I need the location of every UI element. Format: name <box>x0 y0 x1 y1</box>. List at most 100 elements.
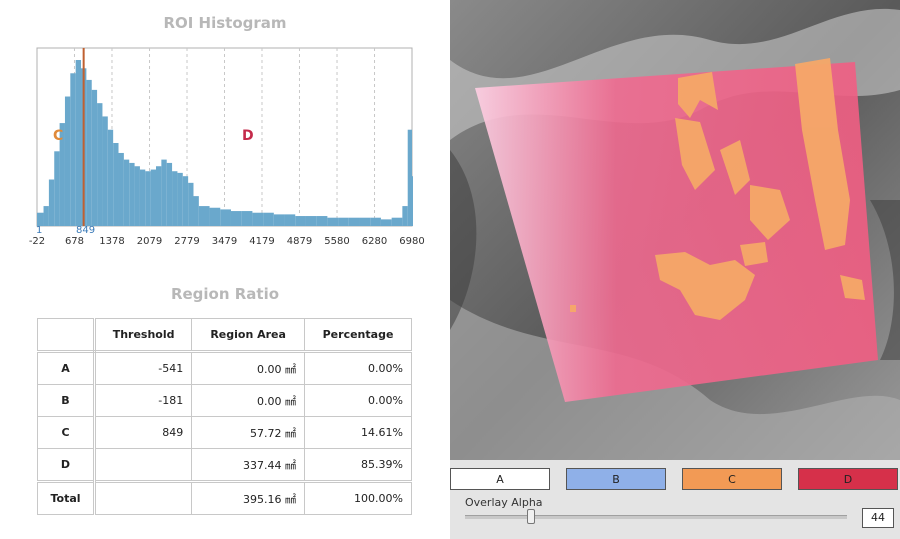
histogram-bar <box>91 89 98 226</box>
histogram-bar <box>198 206 210 226</box>
histogram-bar <box>188 182 194 226</box>
histogram-bar <box>209 207 221 226</box>
histogram-chart: 1 849 C D -22 678 1378 2079 2779 3479 4179 4879… <box>29 47 425 247</box>
overlay-alpha-label: Overlay Alpha <box>465 496 543 509</box>
histogram-bar <box>123 159 130 226</box>
histogram-bar <box>64 96 71 226</box>
histogram-bar <box>172 171 178 226</box>
overlay-alpha-value[interactable]: 44 <box>862 508 894 528</box>
threshold-value-label: 849 <box>76 225 95 236</box>
total-label: Total <box>37 480 96 515</box>
region-c-label: C <box>53 128 63 144</box>
x-tick-label: -22 <box>29 236 45 247</box>
row-area: 0.00 ㎟ <box>191 384 306 417</box>
region-d-button[interactable]: D <box>798 468 898 490</box>
row-threshold[interactable]: 849 <box>93 416 193 449</box>
table-row: D 337.44 ㎟ 85.39% <box>37 448 412 482</box>
x-tick-label: 2779 <box>174 236 199 247</box>
table-header-row: Threshold Region Area Percentage <box>37 318 412 353</box>
total-area: 395.16 ㎟ <box>191 480 306 515</box>
histogram-bar <box>75 60 82 226</box>
ct-image-view[interactable] <box>450 0 900 460</box>
threshold-low-label: 1 <box>36 225 42 236</box>
histogram-bar <box>338 217 349 226</box>
histogram-bar <box>230 211 242 226</box>
region-ratio-title: Region Ratio <box>170 285 280 303</box>
row-threshold <box>93 448 193 482</box>
header-percentage: Percentage <box>304 318 412 353</box>
histogram-bar <box>370 217 381 226</box>
histogram-bar <box>166 162 173 226</box>
table-row: A -541 0.00 ㎟ 0.00% <box>37 351 412 385</box>
histogram-bar <box>284 214 296 226</box>
row-label: D <box>37 448 96 482</box>
histogram-bar <box>316 216 328 226</box>
histogram-bar <box>348 217 360 226</box>
x-tick-label: 6980 <box>399 236 424 247</box>
histogram-bar <box>129 162 135 226</box>
header-blank <box>37 318 96 353</box>
histogram-bar <box>380 219 392 226</box>
region-b-button[interactable]: B <box>566 468 666 490</box>
region-a-button[interactable]: A <box>450 468 550 490</box>
table-row: C 849 57.72 ㎟ 14.61% <box>37 416 412 449</box>
x-tick-label: 678 <box>65 236 84 247</box>
histogram-bar <box>407 129 412 226</box>
histogram-bar <box>359 217 371 226</box>
histogram-bar <box>54 151 60 226</box>
histogram-bar <box>252 212 264 226</box>
row-area: 337.44 ㎟ <box>191 448 306 482</box>
x-tick-label: 1378 <box>99 236 124 247</box>
histogram-bar <box>182 176 189 226</box>
x-tick-label: 5580 <box>324 236 349 247</box>
histogram-bar <box>305 216 317 226</box>
row-label: A <box>37 351 96 385</box>
row-area: 57.72 ㎟ <box>191 416 306 449</box>
region-c-button[interactable]: C <box>682 468 782 490</box>
x-tick-label: 2079 <box>137 236 162 247</box>
x-tick-labels: -22 678 1378 2079 2779 3479 4179 4879 5580 6280 69… <box>29 236 425 247</box>
row-percentage: 85.39% <box>304 448 412 482</box>
row-percentage: 14.61% <box>304 416 412 449</box>
region-d-label: D <box>242 128 254 144</box>
histogram-bar <box>139 169 146 226</box>
histogram-bar <box>193 196 199 226</box>
row-threshold[interactable]: -181 <box>93 384 193 417</box>
x-tick-label: 4179 <box>249 236 274 247</box>
overlay-alpha-slider-track[interactable] <box>465 515 847 519</box>
total-percentage: 100.00% <box>304 480 412 515</box>
histogram-bar <box>402 206 408 226</box>
histogram-bar <box>412 176 413 226</box>
histogram-bar <box>113 143 119 226</box>
histogram-bar <box>327 217 339 226</box>
region-ratio-table: Threshold Region Area Percentage A -541 … <box>37 318 412 515</box>
row-area: 0.00 ㎟ <box>191 351 306 385</box>
histogram-bar <box>102 116 108 226</box>
row-threshold[interactable]: -541 <box>93 351 193 385</box>
histogram-bar <box>150 169 157 226</box>
histogram-bar <box>97 103 103 226</box>
histogram-bar <box>134 166 140 226</box>
histogram-title: ROI Histogram <box>163 14 287 32</box>
row-label: B <box>37 384 96 417</box>
x-tick-label: 6280 <box>362 236 387 247</box>
histogram-bar <box>295 216 306 226</box>
row-label: C <box>37 416 96 449</box>
table-row: B -181 0.00 ㎟ 0.00% <box>37 384 412 417</box>
total-threshold <box>93 480 193 515</box>
histogram-bar <box>177 172 183 226</box>
histogram-bar <box>118 152 124 226</box>
histogram-bar <box>145 171 151 226</box>
histogram-bar <box>273 214 285 226</box>
x-tick-label: 4879 <box>287 236 312 247</box>
histogram-bar <box>48 179 55 226</box>
histogram-bar <box>70 73 76 226</box>
row-percentage: 0.00% <box>304 384 412 417</box>
header-threshold: Threshold <box>93 318 193 353</box>
histogram-bar <box>43 206 49 226</box>
image-viewer-panel: A B C D Overlay Alpha 44 <box>450 0 900 539</box>
overlay-alpha-slider-thumb[interactable] <box>527 509 535 524</box>
x-tick-label: 3479 <box>212 236 237 247</box>
histogram-bar <box>161 159 167 226</box>
histogram-bar <box>156 166 162 226</box>
